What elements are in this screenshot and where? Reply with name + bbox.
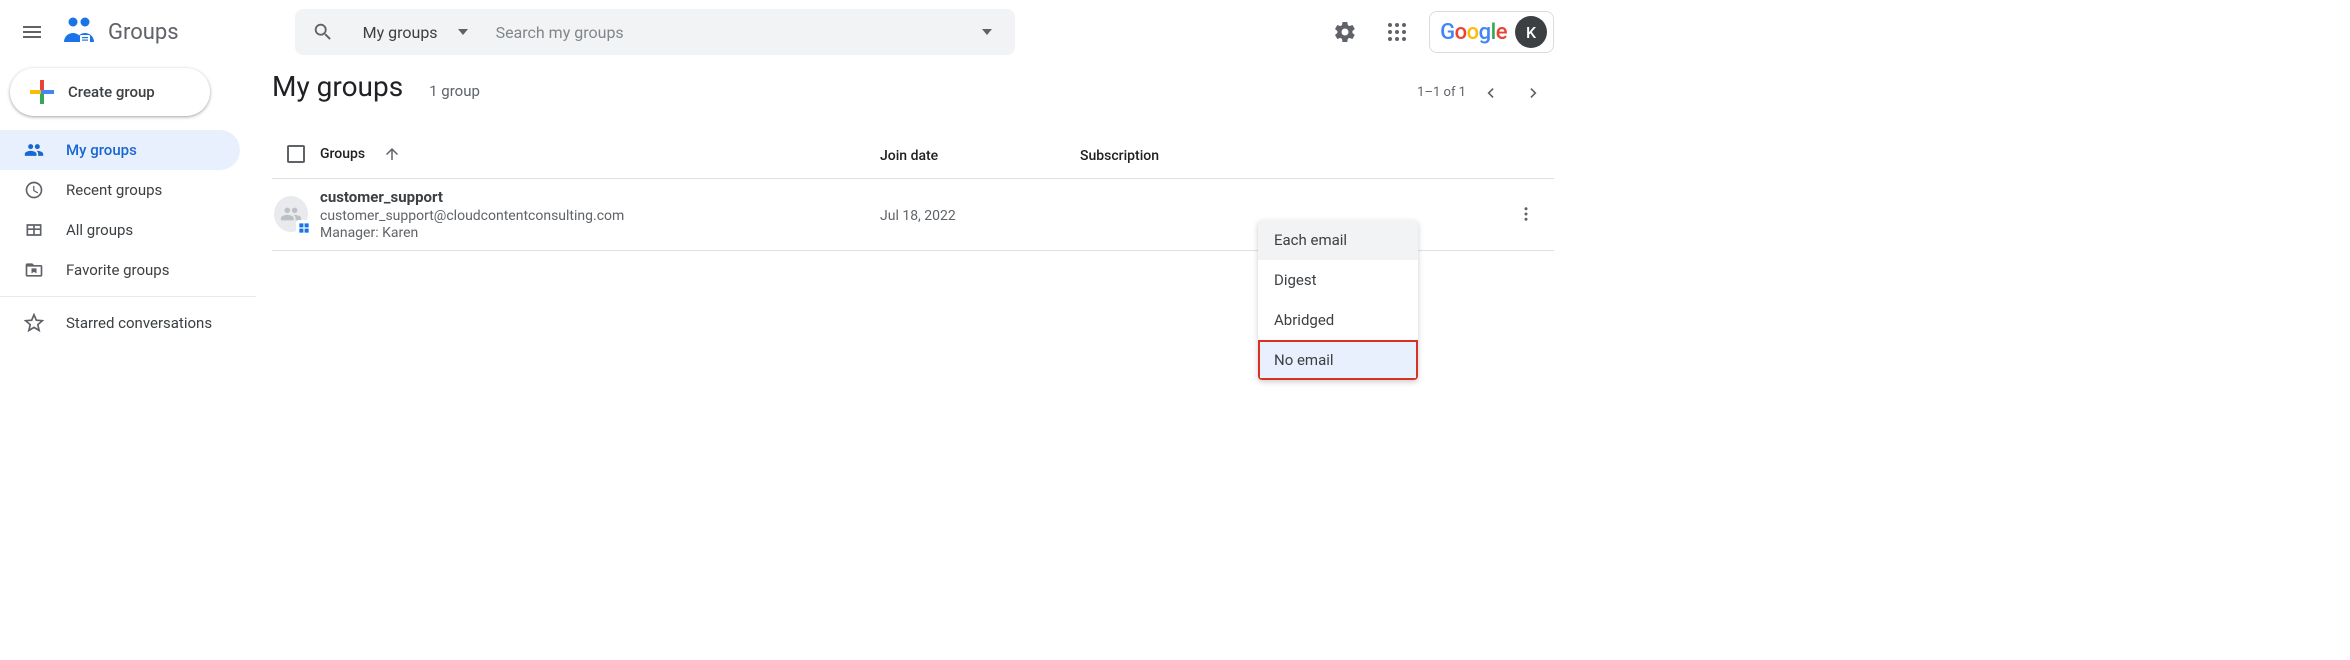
star-icon bbox=[24, 313, 44, 333]
sidebar-item-label: Recent groups bbox=[66, 181, 162, 199]
gear-icon bbox=[1333, 20, 1357, 44]
account-switcher[interactable]: Google K bbox=[1429, 11, 1554, 53]
avatar-initial: K bbox=[1526, 23, 1536, 42]
table-icon bbox=[24, 220, 44, 240]
app-name: Groups bbox=[108, 20, 179, 45]
product-logo[interactable]: Groups bbox=[60, 12, 179, 52]
col-sub-header[interactable]: Subscription bbox=[1080, 148, 1159, 164]
create-group-label: Create group bbox=[68, 83, 155, 101]
avatar: K bbox=[1515, 16, 1547, 48]
select-all-checkbox[interactable] bbox=[287, 145, 305, 163]
group-email: customer_support@cloudcontentconsulting.… bbox=[320, 208, 624, 224]
bookmark-folder-icon bbox=[24, 260, 44, 280]
search-bar: My groups bbox=[295, 9, 1015, 55]
row-more-button[interactable] bbox=[1506, 194, 1546, 234]
pagination-range: 1–1 of 1 bbox=[1417, 85, 1466, 100]
apps-grid-icon bbox=[1385, 20, 1409, 44]
page-title: My groups bbox=[272, 70, 403, 103]
subscription-menu: Each email Digest Abridged No email bbox=[1258, 220, 1418, 380]
table-header: Groups Join date Subscription bbox=[272, 131, 1554, 179]
main-menu-button[interactable] bbox=[8, 8, 56, 56]
subscription-option-each-email[interactable]: Each email bbox=[1258, 220, 1418, 260]
create-group-button[interactable]: Create group bbox=[10, 68, 210, 116]
sort-arrow-icon[interactable] bbox=[383, 145, 401, 163]
pagination: 1–1 of 1 bbox=[1417, 73, 1554, 113]
col-join-header[interactable]: Join date bbox=[880, 148, 938, 164]
menu-item-label: Abridged bbox=[1274, 311, 1334, 329]
search-input[interactable] bbox=[496, 9, 967, 55]
hamburger-icon bbox=[20, 20, 44, 44]
menu-item-label: No email bbox=[1274, 351, 1334, 369]
group-avatar bbox=[274, 196, 308, 232]
groups-logo-icon bbox=[60, 12, 100, 52]
search-scope-dropdown[interactable]: My groups bbox=[363, 23, 468, 42]
sidebar: Create group My groups Recent groups All… bbox=[0, 68, 256, 343]
sidebar-item-favorite-groups[interactable]: Favorite groups bbox=[0, 250, 240, 290]
sidebar-divider bbox=[0, 296, 256, 297]
people-icon bbox=[24, 140, 44, 160]
sidebar-item-label: Starred conversations bbox=[66, 314, 212, 332]
chevron-right-icon bbox=[1524, 83, 1544, 103]
settings-button[interactable] bbox=[1325, 12, 1365, 52]
sidebar-item-label: All groups bbox=[66, 221, 133, 239]
menu-item-label: Digest bbox=[1274, 271, 1317, 289]
group-count: 1 group bbox=[429, 82, 480, 100]
chevron-left-icon bbox=[1480, 83, 1500, 103]
chevron-down-icon bbox=[982, 27, 992, 37]
search-button[interactable] bbox=[303, 12, 343, 52]
search-icon bbox=[312, 21, 334, 43]
col-groups-header[interactable]: Groups bbox=[320, 146, 365, 162]
search-scope-label: My groups bbox=[363, 23, 438, 42]
role-badge-icon bbox=[296, 220, 312, 236]
more-vert-icon bbox=[1517, 205, 1535, 223]
menu-item-label: Each email bbox=[1274, 231, 1347, 249]
clock-icon bbox=[24, 180, 44, 200]
sidebar-item-my-groups[interactable]: My groups bbox=[0, 130, 240, 170]
group-manager: Manager: Karen bbox=[320, 225, 624, 241]
plus-icon bbox=[30, 80, 54, 104]
group-name: customer_support bbox=[320, 188, 624, 206]
chevron-down-icon bbox=[458, 27, 468, 37]
sidebar-item-recent-groups[interactable]: Recent groups bbox=[0, 170, 240, 210]
subscription-option-no-email[interactable]: No email bbox=[1258, 340, 1418, 380]
page-prev-button[interactable] bbox=[1470, 73, 1510, 113]
apps-button[interactable] bbox=[1377, 12, 1417, 52]
main-content: My groups 1 group 1–1 of 1 Groups Join d… bbox=[272, 70, 1554, 251]
page-next-button[interactable] bbox=[1514, 73, 1554, 113]
join-date: Jul 18, 2022 bbox=[880, 208, 956, 224]
search-options-dropdown[interactable] bbox=[967, 12, 1007, 52]
google-logo-text: Google bbox=[1440, 20, 1507, 45]
sidebar-item-label: My groups bbox=[66, 141, 137, 159]
sidebar-item-starred-conversations[interactable]: Starred conversations bbox=[0, 303, 240, 343]
subscription-option-abridged[interactable]: Abridged bbox=[1258, 300, 1418, 340]
sidebar-item-all-groups[interactable]: All groups bbox=[0, 210, 240, 250]
sidebar-item-label: Favorite groups bbox=[66, 261, 169, 279]
subscription-option-digest[interactable]: Digest bbox=[1258, 260, 1418, 300]
